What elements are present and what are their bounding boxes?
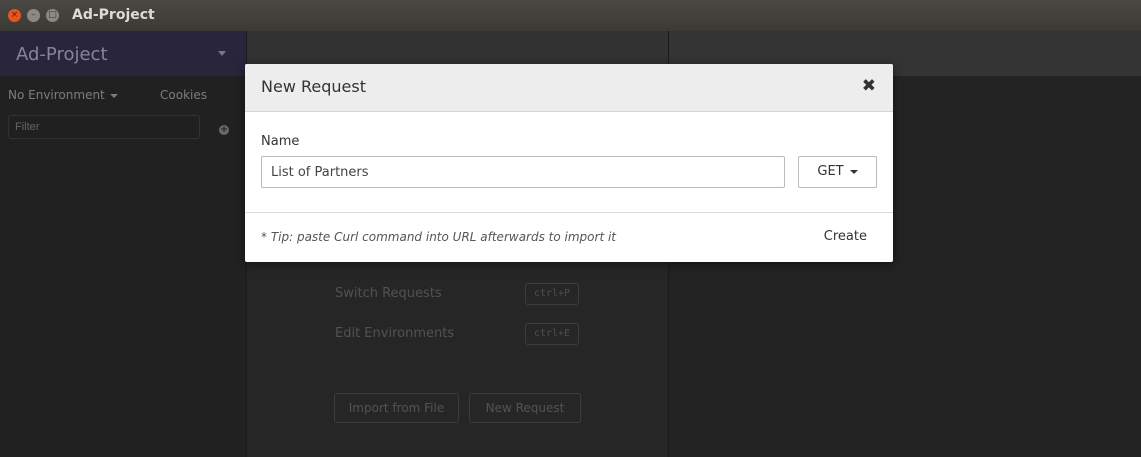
name-label: Name <box>261 134 300 149</box>
curl-tip: * Tip: paste Curl command into URL after… <box>261 230 616 244</box>
modal-footer: * Tip: paste Curl command into URL after… <box>245 212 893 263</box>
window-minimize-icon[interactable]: – <box>27 9 40 22</box>
chevron-down-icon <box>849 169 858 174</box>
modal-header: New Request ✖ <box>245 64 893 112</box>
method-dropdown[interactable]: GET <box>798 156 877 188</box>
modal-title: New Request <box>261 77 366 96</box>
window-close-icon[interactable]: × <box>8 9 21 22</box>
window-maximize-icon[interactable]: □ <box>46 9 59 22</box>
new-request-modal: New Request ✖ Name GET * Tip: paste Curl… <box>245 64 893 262</box>
request-name-input[interactable] <box>261 156 785 188</box>
method-label: GET <box>817 164 844 179</box>
window-title: Ad-Project <box>72 7 155 23</box>
create-button[interactable]: Create <box>824 229 867 244</box>
close-icon[interactable]: ✖ <box>862 76 876 96</box>
window-titlebar: × – □ Ad-Project <box>0 0 1141 32</box>
